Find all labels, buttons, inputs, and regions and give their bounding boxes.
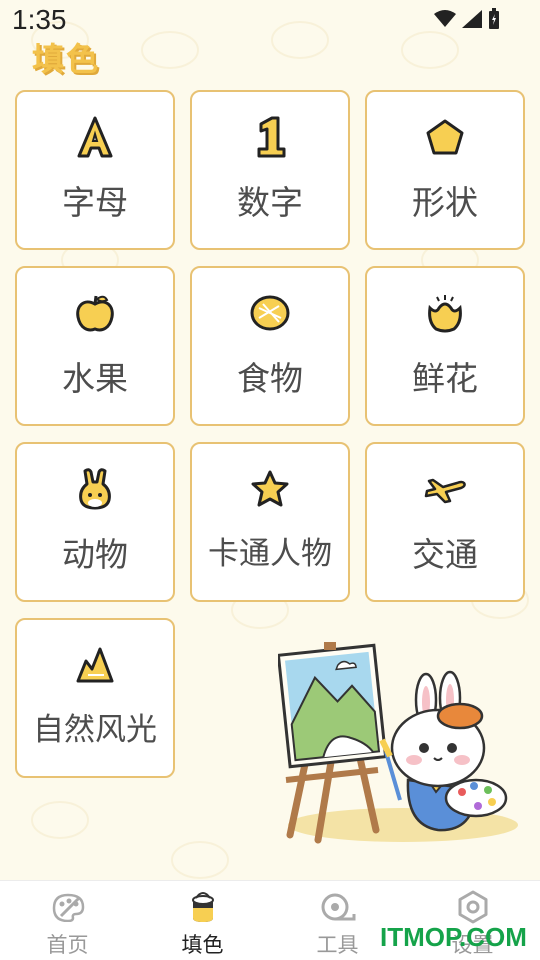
page-title: 填色 [32, 40, 101, 78]
nav-label: 工具 [316, 933, 359, 957]
category-label: 鲜花 [412, 359, 478, 398]
category-card-numbers[interactable]: 数字 [190, 90, 350, 250]
letter-a-icon [72, 114, 118, 160]
category-card-flowers[interactable]: 鲜花 [365, 266, 525, 426]
pentagon-icon [422, 114, 468, 160]
category-card-food[interactable]: 食物 [190, 266, 350, 426]
category-card-animals[interactable]: 动物 [15, 442, 175, 602]
category-label: 食物 [237, 359, 303, 398]
category-label: 动物 [62, 535, 128, 574]
category-card-fruit[interactable]: 水果 [15, 266, 175, 426]
nav-label: 填色 [181, 933, 224, 957]
hexagon-nut-icon [455, 889, 491, 925]
nav-label: 首页 [46, 933, 89, 957]
signal-icon [462, 10, 482, 28]
category-label: 字母 [62, 183, 128, 222]
category-label: 形状 [412, 183, 478, 222]
apple-icon [72, 290, 118, 336]
mountain-icon [72, 642, 118, 688]
flower-icon [422, 290, 468, 336]
rabbit-icon [72, 466, 118, 512]
nav-home[interactable]: 首页 [0, 881, 135, 960]
category-card-cartoon[interactable]: 卡通人物 [190, 442, 350, 602]
nav-coloring[interactable]: 填色 [135, 881, 270, 960]
star-icon [247, 466, 293, 512]
category-label: 卡通人物 [208, 536, 332, 572]
category-card-transport[interactable]: 交通 [365, 442, 525, 602]
palette-icon [50, 889, 86, 925]
battery-icon [489, 8, 499, 29]
tape-icon [320, 889, 356, 925]
airplane-icon [422, 466, 468, 512]
bunny-painter-illustration [278, 642, 518, 844]
watermark: ITMOP.COM [380, 922, 527, 952]
category-card-shapes[interactable]: 形状 [365, 90, 525, 250]
category-card-scenery[interactable]: 自然风光 [15, 618, 175, 778]
wifi-icon [434, 10, 456, 27]
paint-bucket-icon [185, 889, 221, 925]
category-label: 交通 [412, 535, 478, 574]
bread-icon [247, 290, 293, 336]
category-label: 自然风光 [33, 712, 157, 748]
status-time: 1:35 [12, 4, 67, 35]
number-1-icon [247, 114, 293, 160]
category-label: 数字 [237, 183, 303, 222]
status-icons [434, 8, 500, 30]
category-card-letters[interactable]: 字母 [15, 90, 175, 250]
category-label: 水果 [62, 359, 128, 398]
